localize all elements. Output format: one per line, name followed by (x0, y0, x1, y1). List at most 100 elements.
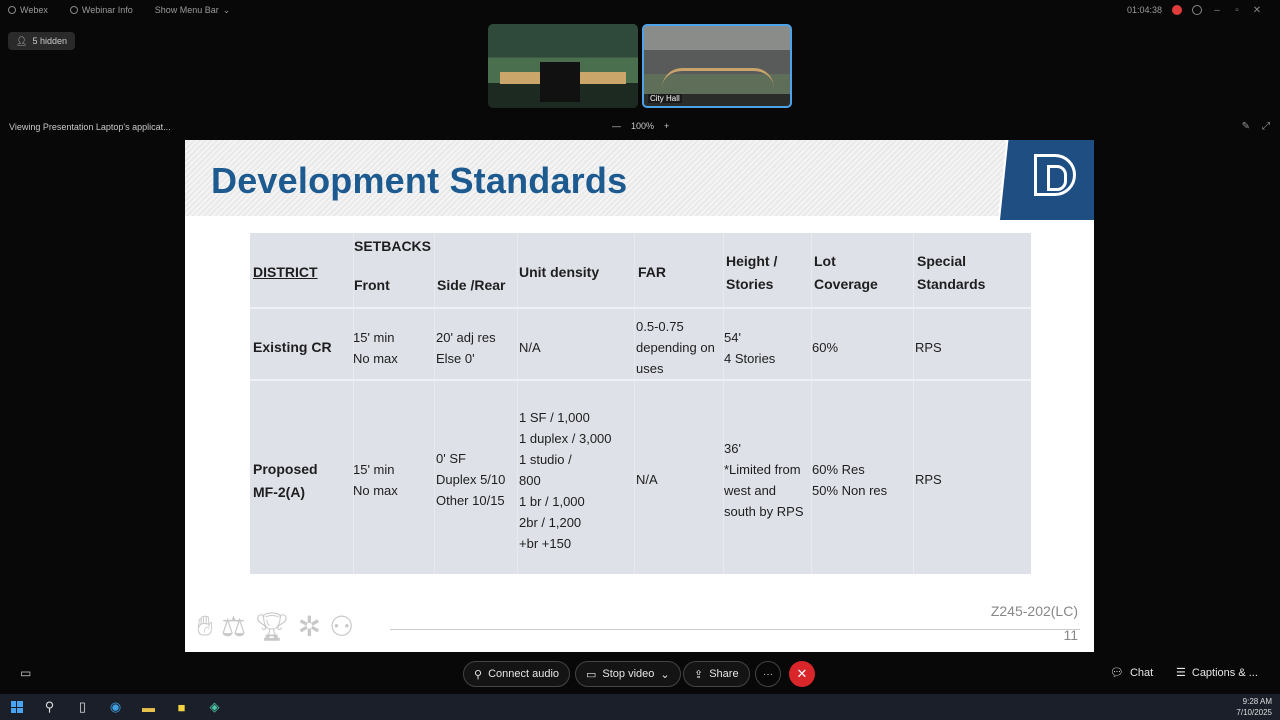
column-divider (517, 233, 518, 574)
webex-window: Webex Webinar Info Show Menu Bar ⌄ 01:04… (0, 0, 1280, 720)
row-side-rear: 0' SF Duplex 5/10 Other 10/15 (436, 451, 506, 508)
app-name: Webex (20, 5, 48, 15)
video-label: City Hall (648, 94, 682, 103)
shared-slide: Development Standards DISTRICT SETBACKS … (185, 140, 1094, 652)
scales-icon: ⚖︎ (220, 611, 247, 642)
header-side-rear: Side /Rear (437, 277, 506, 293)
close-window-button[interactable]: ✕ (1252, 5, 1262, 16)
column-divider (913, 233, 914, 574)
captions-icon: ☰ (1176, 667, 1186, 679)
captions-button[interactable]: ☰ Captions & ... (1176, 666, 1258, 680)
row-far: 0.5-0.75 depending on uses (636, 319, 715, 376)
zoom-in-button[interactable]: + (664, 121, 669, 131)
video-thumbnail-presenter[interactable] (488, 24, 638, 108)
zoom-out-button[interactable]: — (612, 121, 621, 131)
row-district: Existing CR (253, 339, 332, 355)
start-button[interactable] (0, 694, 33, 720)
zoom-level: 100% (631, 121, 655, 131)
person-icon: 👤︎ (16, 35, 28, 46)
title-bar-right: 01:04:38 – ▫ ✕ (1127, 0, 1280, 20)
trophy-icon: 🏆︎ (254, 611, 290, 642)
row-front: 15' min No max (353, 330, 398, 366)
file-explorer-icon[interactable]: ▬ (132, 694, 165, 720)
recording-icon[interactable] (1172, 5, 1182, 15)
row-lot-coverage: 60% (812, 340, 839, 355)
column-divider (434, 233, 435, 574)
row-divider (250, 307, 1031, 309)
row-far: N/A (636, 472, 658, 487)
show-menu-bar-button[interactable]: Show Menu Bar ⌄ (155, 5, 231, 16)
layout-icon[interactable] (1192, 5, 1202, 15)
header-height-stories: Height / Stories (726, 253, 778, 292)
leave-meeting-button[interactable]: ✕ (789, 661, 815, 687)
row-unit-density: 1 SF / 1,000 1 duplex / 3,000 1 studio /… (519, 410, 612, 551)
video-thumbnail-city-hall[interactable]: City Hall (642, 24, 792, 108)
share-button[interactable]: ⇪ Share (683, 661, 750, 687)
video-camera-icon: ▭ (586, 668, 597, 681)
header-special-standards: Special Standards (917, 253, 986, 292)
taskbar: ⚲ ▯ ◉ ▬ ■ ◈ 9:28 AM 7/10/2025 (0, 694, 1280, 720)
column-divider (723, 233, 724, 574)
share-icon: ⇪ (694, 668, 704, 681)
webex-app-menu[interactable]: Webex (8, 5, 48, 15)
share-view-icons: ✎ ⤢ (1242, 121, 1270, 132)
slide-footer-icons: ✋︎ ⚖︎ 🏆︎ ✲ ⚇ (197, 610, 354, 643)
hand-icon: ✋︎ (197, 610, 213, 641)
people-icon: ⚇ (329, 611, 355, 642)
development-standards-table: DISTRICT SETBACKS Front Side /Rear Unit … (250, 233, 1031, 574)
header-front: Front (354, 277, 390, 293)
star-icon: ✲ (297, 611, 322, 642)
captions-label: Captions & ... (1191, 666, 1258, 679)
maximize-button[interactable]: ▫ (1232, 5, 1242, 16)
sticky-notes-icon[interactable]: ■ (165, 694, 198, 720)
row-front: 15' min No max (353, 462, 398, 498)
meeting-timer: 01:04:38 (1126, 5, 1162, 15)
zoom-controls: — 100% + (612, 121, 669, 131)
audio-icon: ⚲ (474, 668, 483, 681)
share-label: Share (709, 668, 739, 680)
header-setbacks: SETBACKS (354, 238, 432, 254)
chat-button[interactable]: 💬︎ Chat (1110, 666, 1154, 680)
webinar-info-label: Webinar Info (81, 5, 133, 15)
title-bar: Webex Webinar Info Show Menu Bar ⌄ (0, 0, 1280, 20)
column-divider (634, 233, 635, 574)
header-unit-density: Unit density (519, 264, 600, 280)
chevron-down-icon: ⌄ (222, 4, 231, 15)
connect-audio-label: Connect audio (488, 668, 560, 680)
slide-title: Development Standards (211, 160, 628, 201)
clock-date: 7/10/2025 (1236, 708, 1272, 717)
chat-label: Chat (1129, 666, 1154, 679)
hidden-participants-label: 5 hidden (32, 36, 67, 46)
show-menu-bar-label: Show Menu Bar (154, 5, 219, 15)
header-lot-coverage: Lot Coverage (814, 253, 878, 292)
webex-taskbar-icon[interactable]: ◈ (198, 694, 231, 720)
edge-browser-icon[interactable]: ◉ (99, 694, 132, 720)
file-icon[interactable]: ▯ (66, 694, 99, 720)
case-number: Z245-202(LC) (990, 603, 1078, 619)
meeting-controls: ▭ ⚲ Connect audio ▭ Stop video ⌄ ⇪ Share… (0, 660, 1280, 688)
slide-page-number: 11 (1063, 627, 1078, 643)
row-height-stories: 54' 4 Stories (724, 330, 776, 366)
row-lot-coverage: 60% Res 50% Non res (812, 462, 888, 498)
row-district: Proposed MF-2(A) (253, 461, 318, 500)
minimize-button[interactable]: – (1212, 5, 1222, 16)
stop-video-button[interactable]: ▭ Stop video ⌄ (575, 661, 681, 687)
clock-time: 9:28 AM (1242, 697, 1272, 706)
system-clock[interactable]: 9:28 AM 7/10/2025 (1236, 696, 1272, 718)
webex-logo-icon (8, 6, 16, 14)
search-icon[interactable]: ⚲ (33, 694, 66, 720)
chevron-down-icon[interactable]: ⌄ (660, 668, 669, 681)
column-divider (811, 233, 812, 574)
webinar-info-button[interactable]: Webinar Info (69, 5, 133, 15)
connect-audio-button[interactable]: ⚲ Connect audio (463, 661, 571, 687)
annotate-icon[interactable]: ✎ (1242, 121, 1250, 132)
more-options-button[interactable]: ··· (755, 661, 781, 687)
row-unit-density: N/A (519, 340, 541, 355)
fullscreen-icon[interactable]: ⤢ (1262, 121, 1270, 132)
row-special-standards: RPS (915, 472, 942, 487)
subtitle-icon[interactable]: ▭ (20, 666, 31, 680)
hidden-participants-button[interactable]: 👤︎ 5 hidden (8, 32, 75, 50)
windows-logo-icon (10, 701, 23, 713)
header-district: DISTRICT (253, 264, 318, 280)
city-logo-icon (1034, 154, 1076, 196)
